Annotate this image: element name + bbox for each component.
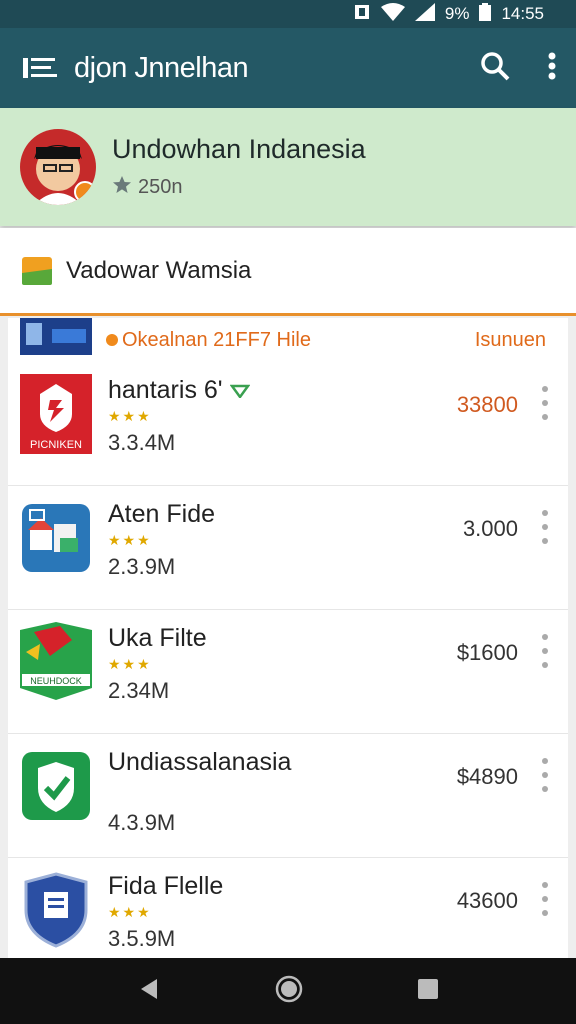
status-badge: [74, 181, 96, 203]
rating-stars: ★★★: [108, 904, 152, 920]
app-name: Uka Filte: [108, 624, 207, 652]
more-vert-icon[interactable]: [540, 758, 550, 792]
app-size: 2.34M: [108, 678, 170, 703]
app-size: 3.5.9M: [108, 926, 176, 951]
home-icon: [275, 975, 303, 1002]
app-name: Aten Fide: [108, 500, 216, 528]
app-price: 43600: [456, 888, 518, 913]
app-size: 2.3.9M: [108, 554, 176, 579]
status-bar: 9% 14:55: [0, 0, 576, 28]
app-name: Undiassalanasia: [108, 748, 292, 776]
app-icon-label: PICNIKEN: [30, 439, 82, 451]
system-nav-bar: [0, 958, 576, 1024]
app-name: hantaris 6': [108, 376, 250, 405]
recents-button[interactable]: [417, 978, 439, 1005]
app-title: djon Jnnelhan: [74, 51, 249, 84]
avatar[interactable]: [20, 129, 96, 205]
clock: 14:55: [501, 4, 544, 23]
battery-icon: [479, 2, 492, 26]
list-item[interactable]: Aten Fide ★★★ 2.3.9M 3.000: [8, 486, 568, 610]
list-item[interactable]: NEUHDOCK Uka Filte ★★★ 2.34M $1600: [8, 610, 568, 734]
back-icon: [141, 978, 157, 999]
profile-name: Undowhan Indanesia: [112, 133, 366, 164]
rating-stars: ★★★: [108, 656, 152, 672]
app-icon-green: NEUHDOCK: [20, 622, 92, 702]
folder-icon: [22, 256, 52, 285]
rating-stars: ★★★: [108, 532, 152, 548]
folder-section[interactable]: Vadowar Wamsia: [0, 228, 576, 316]
more-vert-icon[interactable]: [540, 510, 550, 544]
app-size: 3.3.4M: [108, 430, 176, 455]
banner-thumbnail: [20, 318, 92, 355]
app-price: 3.000: [462, 516, 518, 541]
more-vert-icon[interactable]: [540, 386, 550, 420]
overflow-menu-button[interactable]: [548, 52, 556, 85]
profile-count: 250n: [138, 176, 183, 198]
search-icon: [481, 51, 510, 80]
subheader-right-link[interactable]: Isunuen: [475, 329, 546, 352]
app-name: Fida Flelle: [108, 872, 224, 900]
app-bar: djon Jnnelhan: [0, 28, 576, 108]
app-icon-shield-check: [20, 746, 92, 826]
app-price: 33800: [456, 392, 518, 417]
recents-icon: [418, 978, 438, 999]
notification-icon: [353, 3, 371, 26]
list-item[interactable]: PICNIKEN hantaris 6' ★★★ 3.3.4M 33800: [8, 362, 568, 486]
star-icon: [112, 175, 132, 201]
app-size: 4.3.9M: [108, 810, 176, 835]
app-list: Okealnan 21FF7 Hile Isunuen PICNIKEN han…: [8, 318, 568, 958]
more-vert-icon[interactable]: [540, 634, 550, 668]
more-vert-icon[interactable]: [540, 882, 550, 916]
menu-button[interactable]: [22, 53, 58, 83]
app-price: $1600: [456, 640, 518, 665]
orange-dot-icon: [106, 334, 118, 346]
app-icon-shield-blue: [20, 870, 92, 950]
battery-percent: 9%: [444, 4, 470, 23]
app-icon-blue: [20, 498, 92, 578]
profile-header[interactable]: Undowhan Indanesia 250n: [0, 108, 576, 226]
search-button[interactable]: [480, 51, 510, 86]
app-price: $4890: [456, 764, 518, 789]
back-button[interactable]: [137, 977, 161, 1006]
app-icon-label: NEUHDOCK: [30, 676, 82, 686]
subheader-text: Okealnan 21FF7 Hile: [122, 328, 311, 351]
verified-check-icon: [229, 376, 250, 404]
more-vert-icon: [548, 52, 556, 79]
list-item[interactable]: Fida Flelle ★★★ 3.5.9M 43600: [8, 858, 568, 958]
list-subheader: Okealnan 21FF7 Hile Isunuen: [8, 318, 568, 362]
rating-stars: ★★★: [108, 408, 152, 424]
wifi-icon: [380, 2, 405, 26]
signal-icon: [414, 2, 435, 26]
section-label: Vadowar Wamsia: [66, 256, 252, 284]
list-item[interactable]: Undiassalanasia 4.3.9M $4890: [8, 734, 568, 858]
menu-icon: [23, 58, 57, 78]
app-icon-red: PICNIKEN: [20, 374, 92, 454]
home-button[interactable]: [275, 975, 303, 1008]
